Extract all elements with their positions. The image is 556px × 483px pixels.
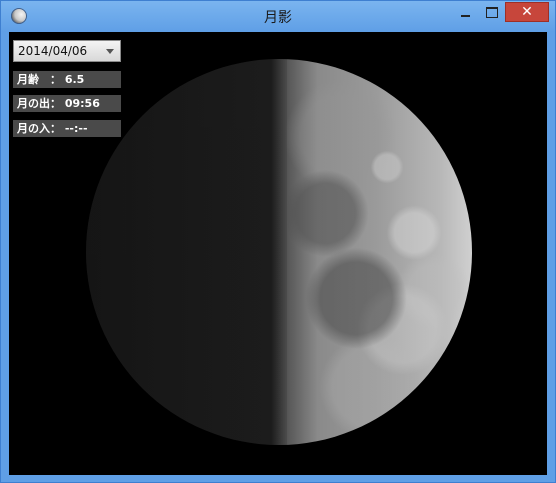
moon-age-label: 月齢 ： xyxy=(17,73,61,86)
moonrise-label: 月の出： xyxy=(17,97,61,110)
moonset-panel: 月の入： --:-- xyxy=(13,120,121,137)
moonset-value: --:-- xyxy=(64,122,88,135)
chevron-down-icon[interactable] xyxy=(106,48,114,54)
moon-view: 2014/04/06 月齢 ： 6.5 月の出： 09:56 月の入： --:-… xyxy=(9,32,547,475)
minimize-button[interactable] xyxy=(457,2,473,22)
moon-shadow xyxy=(86,59,287,445)
date-value: 2014/04/06 xyxy=(18,44,88,58)
date-dropdown[interactable]: 2014/04/06 xyxy=(13,40,121,62)
maximize-button[interactable] xyxy=(483,2,501,22)
close-button[interactable]: ✕ xyxy=(505,2,549,22)
moon-age-value: 6.5 xyxy=(64,73,85,86)
moonset-label: 月の入： xyxy=(17,122,61,135)
title-bar[interactable]: 月影 ✕ xyxy=(1,1,555,32)
moon-image xyxy=(86,59,472,445)
app-window: 月影 ✕ 2014/04/06 月齢 ： 6.5 月の出： 09:56 月の入：… xyxy=(0,0,556,483)
moonrise-value: 09:56 xyxy=(64,97,100,110)
moon-age-panel: 月齢 ： 6.5 xyxy=(13,71,121,88)
moonrise-panel: 月の出： 09:56 xyxy=(13,95,121,112)
